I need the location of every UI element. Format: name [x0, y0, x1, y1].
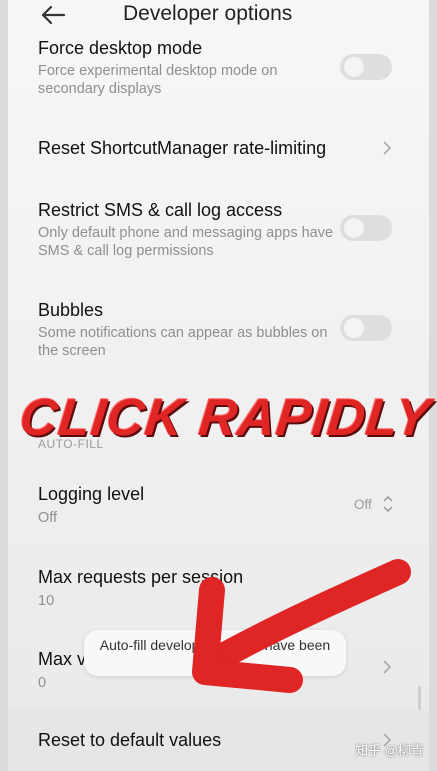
setting-subtitle: Off: [38, 510, 58, 526]
setting-bubbles[interactable]: Bubbles Some notifications can appear as…: [8, 298, 429, 368]
toggle-knob: [344, 218, 364, 238]
setting-title: Reset ShortcutManager rate-limiting: [38, 138, 327, 158]
setting-title: Force desktop mode: [38, 38, 203, 58]
setting-reset-shortcutmanager[interactable]: Reset ShortcutManager rate-limiting: [8, 130, 429, 166]
chevron-right-icon: [383, 141, 392, 155]
setting-title: Max v: [38, 649, 87, 669]
page-title: Developer options: [123, 2, 293, 25]
logging-level-value[interactable]: Off: [354, 497, 372, 512]
bubbles-toggle[interactable]: [340, 315, 392, 341]
setting-subtitle: Some notifications can appear as bubbles…: [38, 325, 328, 359]
setting-restrict-sms[interactable]: Restrict SMS & call log access Only defa…: [8, 198, 429, 268]
setting-subtitle: Force experimental desktop mode on secon…: [38, 63, 278, 97]
restrict-sms-toggle[interactable]: [340, 215, 392, 241]
toggle-knob: [344, 318, 364, 338]
setting-max-requests[interactable]: Max requests per session 10: [8, 565, 429, 611]
setting-subtitle: Only default phone and messaging apps ha…: [38, 225, 334, 259]
setting-subtitle: 10: [38, 593, 55, 609]
chevron-right-icon: [383, 733, 392, 747]
setting-subtitle: 0: [38, 675, 47, 691]
up-down-arrows-icon[interactable]: [382, 494, 394, 514]
top-app-bar: Developer options: [8, 0, 429, 30]
setting-title: Restrict SMS & call log access: [38, 200, 283, 220]
toggle-knob: [344, 57, 364, 77]
developer-options-screen: Developer options Force desktop mode For…: [8, 0, 429, 771]
setting-title: Max requests per session: [38, 567, 244, 587]
screen-edge-left: [0, 0, 8, 771]
setting-title: Bubbles: [38, 300, 104, 320]
force-desktop-toggle[interactable]: [340, 54, 392, 80]
screen-edge-right: [429, 0, 437, 771]
toast-text: Auto-fill developer options have been re…: [99, 637, 331, 670]
setting-title: Reset to default values: [38, 730, 222, 750]
setting-reset-default-values[interactable]: Reset to default values: [8, 710, 429, 771]
setting-title: Logging level: [38, 484, 145, 504]
toast-message: Auto-fill developer options have been re…: [84, 630, 346, 676]
setting-force-desktop-mode[interactable]: Force desktop mode Force experimental de…: [8, 36, 429, 106]
chevron-right-icon: [383, 660, 392, 674]
section-header-autofill: AUTO-FILL: [38, 437, 104, 451]
arrow-left-icon[interactable]: [40, 4, 66, 26]
